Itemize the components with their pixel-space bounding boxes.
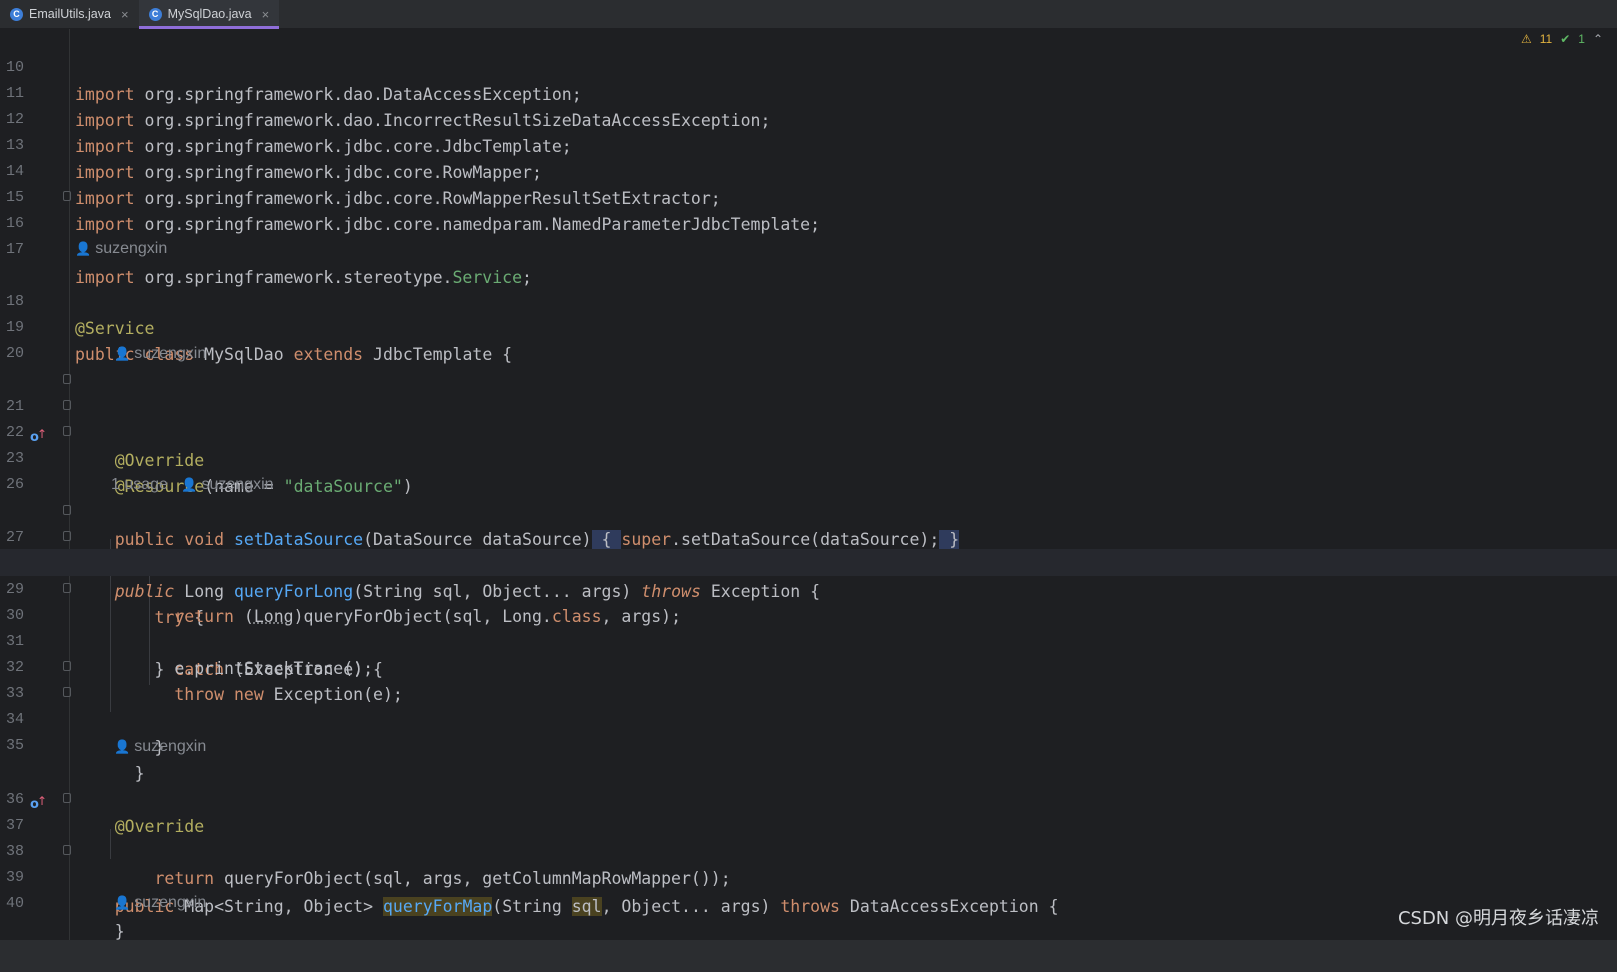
- author-hint[interactable]: 👤 suzengxin: [114, 340, 206, 367]
- code-line: 26: [0, 444, 1617, 493]
- usage-count: 1 usage: [111, 476, 168, 493]
- code-line: 28 try {: [0, 523, 1617, 627]
- watermark: CSDN @明月夜乡话凄凉: [1397, 908, 1599, 929]
- code-line-current: 29 return (Long)queryForObject(sql, Long…: [0, 549, 1617, 626]
- code-line: 15 import org.springframework.jdbc.core.…: [0, 157, 1617, 234]
- code-line: 33 }: [0, 653, 1617, 757]
- code-line: 16 import org.springframework.stereotype…: [0, 183, 1617, 287]
- author-hint[interactable]: 👤 suzengxin: [114, 733, 206, 760]
- fold-icon[interactable]: [63, 426, 71, 436]
- code-line: 27 public Long queryForLong(String sql, …: [0, 497, 1617, 601]
- author-hint[interactable]: 👤 suzengxin: [114, 889, 206, 916]
- author-hint[interactable]: 👤 suzengxin: [75, 235, 167, 262]
- code-line: 30 } catch (Exception e) {: [0, 575, 1617, 679]
- person-icon: 👤: [181, 477, 198, 492]
- code-line: 38 return queryForObject(sql, args, getC…: [0, 811, 1617, 888]
- author-name: suzengxin: [134, 894, 207, 911]
- line-number: 40: [6, 895, 25, 912]
- tab-label: MySqlDao.java: [167, 7, 252, 21]
- code-line: 40: [0, 863, 1617, 912]
- code-line: 20: [0, 313, 1617, 362]
- code-line: 12 import org.springframework.jdbc.core.…: [0, 79, 1617, 156]
- author-name: suzengxin: [134, 738, 207, 755]
- fold-icon[interactable]: [63, 531, 71, 541]
- close-icon[interactable]: ×: [121, 7, 129, 22]
- close-icon[interactable]: ×: [262, 7, 270, 22]
- override-icon[interactable]: o↑: [30, 791, 47, 812]
- fold-icon[interactable]: [63, 583, 71, 593]
- code-line: 18 @Service: [0, 261, 1617, 338]
- fold-icon[interactable]: [63, 374, 71, 384]
- person-icon: 👤: [75, 241, 92, 256]
- code-line: 22 @Resource(name = "dataSource"): [0, 392, 1617, 496]
- fold-icon[interactable]: [63, 400, 71, 410]
- class-icon: C: [148, 7, 162, 21]
- line-number: 17: [6, 241, 25, 258]
- author-name: suzengxin: [95, 240, 168, 257]
- code-line: 19 public class MySqlDao extends JdbcTem…: [0, 287, 1617, 364]
- fold-icon[interactable]: [63, 845, 71, 855]
- code-line: 17: [0, 209, 1617, 258]
- code-line: 32 throw new Exception(e);: [0, 627, 1617, 704]
- code-line: 36 @Override: [0, 759, 1617, 836]
- person-icon: 👤: [114, 895, 131, 910]
- code-line: 21 @Override: [0, 366, 1617, 470]
- fold-icon[interactable]: [63, 191, 71, 201]
- code-line: 35: [0, 705, 1617, 754]
- line-number: 26: [6, 476, 25, 493]
- person-icon: 👤: [114, 739, 131, 754]
- class-icon: C: [10, 7, 23, 21]
- tab-emailutils[interactable]: C EmailUtils.java ×: [0, 0, 139, 28]
- tab-label: EmailUtils.java: [29, 7, 111, 21]
- fold-icon[interactable]: [63, 793, 71, 803]
- code-line: 39 }: [0, 837, 1617, 941]
- fold-icon[interactable]: [63, 505, 71, 515]
- person-icon: 👤: [114, 346, 131, 361]
- author-name: suzengxin: [201, 476, 274, 493]
- code-line: 31 e.printStackTrace();: [0, 601, 1617, 678]
- code-line: 23 o↑ public void setDataSource(DataSour…: [0, 418, 1617, 549]
- code-line: 13 import org.springframework.jdbc.core.…: [0, 105, 1617, 182]
- override-icon[interactable]: o↑: [30, 424, 47, 445]
- code-line: 11 import org.springframework.dao.Incorr…: [0, 53, 1617, 130]
- tab-mysqldao[interactable]: C MySqlDao.java ×: [138, 0, 280, 29]
- line-number: 35: [6, 737, 25, 754]
- fold-icon[interactable]: [63, 687, 71, 697]
- fold-icon[interactable]: [63, 661, 71, 671]
- author-name: suzengxin: [134, 345, 207, 362]
- code-line: 37 o↑ public Map<String, Object> queryFo…: [0, 785, 1617, 916]
- code-line: 14 import org.springframework.jdbc.core.…: [0, 131, 1617, 208]
- code-line: 34 }: [0, 679, 1617, 783]
- line-number: 20: [6, 345, 25, 362]
- code-editor[interactable]: ⚠ 11 ✔ 1 ⌃ 10 import org.springframework…: [0, 27, 1617, 941]
- usage-hint[interactable]: 1 usage 👤 suzengxin: [111, 471, 274, 498]
- code-line: 10 import org.springframework.dao.DataAc…: [0, 27, 1617, 104]
- editor-tab-bar: C EmailUtils.java × C MySqlDao.java ×: [0, 0, 1617, 29]
